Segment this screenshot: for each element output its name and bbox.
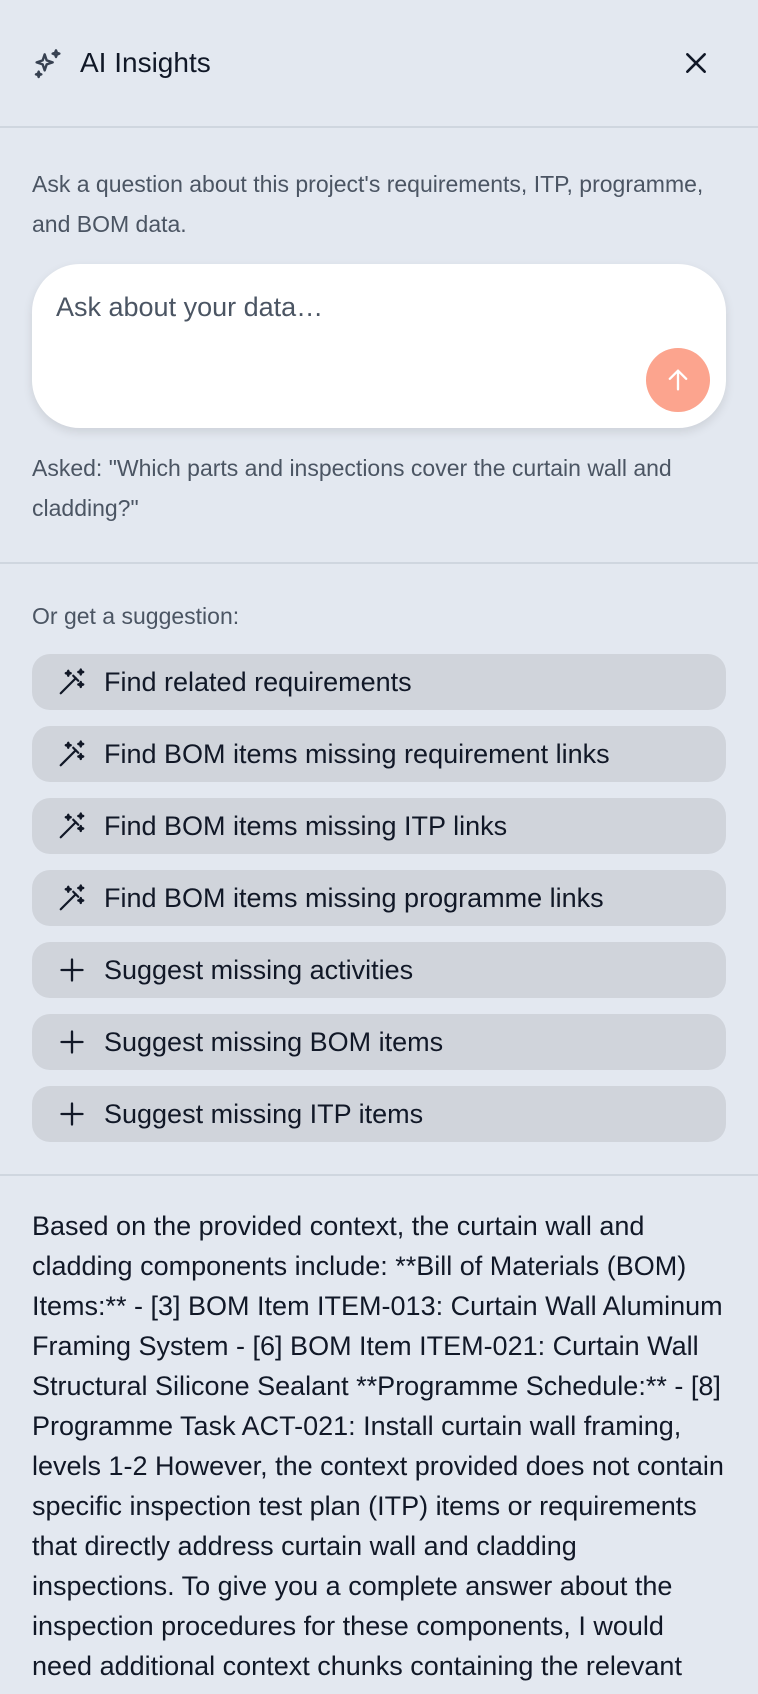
suggestion-missing-activities[interactable]: Suggest missing activities [32,942,726,998]
suggestion-missing-bom-items[interactable]: Suggest missing BOM items [32,1014,726,1070]
plus-icon [56,954,88,986]
suggestion-bom-missing-itp-links[interactable]: Find BOM items missing ITP links [32,798,726,854]
panel-header: AI Insights [0,0,758,128]
suggestion-bom-missing-requirement-links[interactable]: Find BOM items missing requirement links [32,726,726,782]
suggestions-label: Or get a suggestion: [32,603,240,629]
magic-wand-icon [56,666,88,698]
suggestions-section: Or get a suggestion: Find related requir… [0,564,758,1176]
magic-wand-icon [56,882,88,914]
sparkles-icon [32,47,64,79]
close-icon [686,53,706,73]
close-button[interactable] [674,41,718,85]
ask-section: Ask a question about this project's requ… [0,128,758,564]
magic-wand-icon [56,810,88,842]
ask-intro-text: Ask a question about this project's requ… [32,171,704,237]
answer-text: Based on the provided context, the curta… [32,1211,724,1694]
ai-insights-panel: AI Insights Ask a question about this pr… [0,0,758,1694]
suggestion-label: Suggest missing BOM items [104,1026,444,1057]
magic-wand-icon [56,738,88,770]
suggestion-label: Suggest missing activities [104,954,414,985]
question-input-box [32,264,726,428]
suggestion-find-related-requirements[interactable]: Find related requirements [32,654,726,710]
suggestion-label: Suggest missing ITP items [104,1098,424,1129]
send-button[interactable] [646,348,710,412]
question-input[interactable] [56,292,636,352]
suggestion-label: Find BOM items missing requirement links [104,738,610,769]
suggestion-label: Find related requirements [104,666,412,697]
suggestion-missing-itp-items[interactable]: Suggest missing ITP items [32,1086,726,1142]
suggestion-bom-missing-programme-links[interactable]: Find BOM items missing programme links [32,870,726,926]
plus-icon [56,1026,88,1058]
answer-section: Based on the provided context, the curta… [0,1176,758,1694]
suggestion-label: Find BOM items missing ITP links [104,810,508,841]
arrow-up-icon [668,369,688,391]
panel-title: AI Insights [80,47,211,78]
suggestion-label: Find BOM items missing programme links [104,882,604,913]
plus-icon [56,1098,88,1130]
asked-question-text: Asked: "Which parts and inspections cove… [32,455,672,521]
